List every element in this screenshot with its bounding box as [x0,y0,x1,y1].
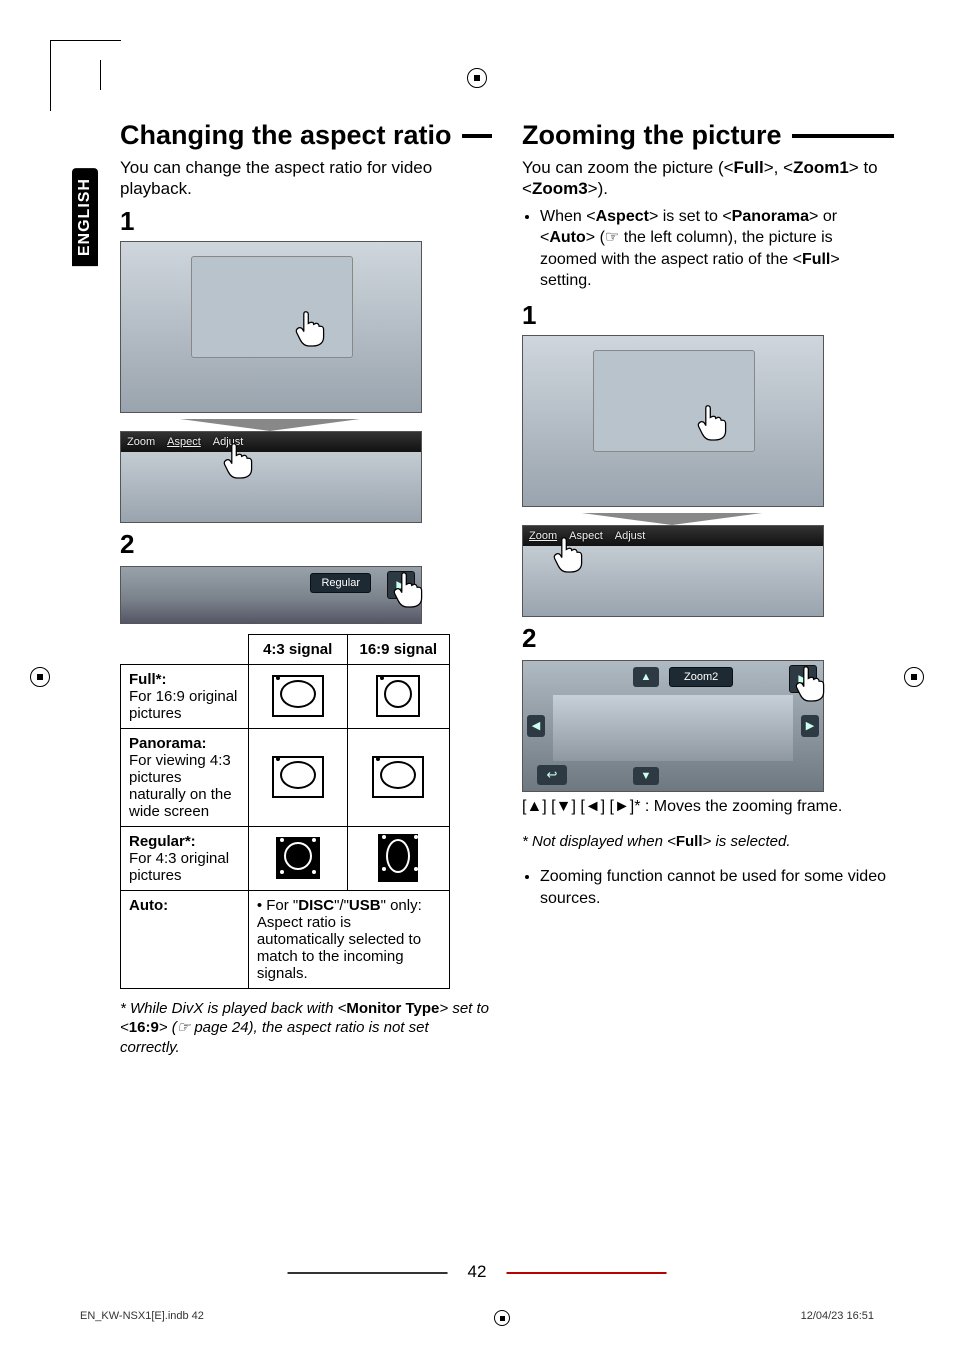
step-2: 2 [120,529,492,560]
hand-icon [293,308,329,348]
registration-mark-top [467,68,487,88]
language-tab: ENGLISH [72,168,98,266]
row-panorama: Panorama:For viewing 4:3 pictures natura… [121,728,249,826]
step-2r: 2 [522,623,894,654]
nav-left[interactable]: ◀ [527,715,545,737]
footnote-zoom: * Not displayed when <Full> is selected. [522,832,894,852]
screenshot-aspect-select: Regular ▶ [120,566,422,624]
back-button[interactable]: ↩ [537,765,567,785]
menu-adjust[interactable]: Adjust [615,530,646,542]
hand-icon [551,534,587,574]
row-auto: Auto: [121,890,249,988]
nav-up[interactable]: ▲ [633,667,659,687]
rule [462,134,492,138]
pict-full-43 [248,664,347,728]
zoom-value: Zoom2 [669,667,733,687]
screenshot-zoom-menu: Zoom Aspect Adjust [522,525,824,617]
menu-zoom[interactable]: Zoom [127,436,155,448]
row-regular: Regular*:For 4:3 original pictures [121,826,249,890]
registration-mark-left [30,667,50,687]
crop-mark [100,60,121,90]
aspect-value: Regular [310,573,371,593]
hand-icon [793,663,829,703]
hand-icon [695,402,731,442]
bullet-limitation: Zooming function cannot be used for some… [522,866,894,909]
nav-right[interactable]: ▶ [801,715,819,737]
pict-reg-43 [248,826,347,890]
bullet-auto-note: When <Aspect> is set to <Panorama> or <A… [522,206,894,292]
heading-aspect-text: Changing the aspect ratio [120,120,452,151]
col-169: 16:9 signal [347,634,449,664]
rule [792,134,895,138]
aspect-table: 4:3 signal 16:9 signal Full*:For 16:9 or… [120,634,450,989]
footer-right: 12/04/23 16:51 [801,1310,874,1326]
col-43: 4:3 signal [248,634,347,664]
heading-zoom: Zooming the picture [522,120,894,151]
pict-reg-169 [347,826,449,890]
registration-mark-bottom [494,1310,510,1326]
footer-left: EN_KW-NSX1[E].indb 42 [80,1310,204,1326]
heading-aspect: Changing the aspect ratio [120,120,492,151]
heading-zoom-text: Zooming the picture [522,120,782,151]
pict-pano-169 [347,728,449,826]
zoom-caption: [▲] [▼] [◄] [►]* : Moves the zooming fra… [522,798,894,816]
lead-aspect: You can change the aspect ratio for vide… [120,157,492,200]
lead-zoom: You can zoom the picture (<Full>, <Zoom1… [522,157,894,200]
pict-full-169 [347,664,449,728]
step-1: 1 [120,206,492,237]
screenshot-zoom-touch [522,335,824,507]
screenshot-zoom-control: ▲ Zoom2 ▶ ◀ ▶ ▼ ↩ [522,660,824,792]
footer: EN_KW-NSX1[E].indb 42 12/04/23 16:51 [80,1310,874,1326]
hand-icon [391,569,427,609]
registration-mark-right [904,667,924,687]
row-auto-desc: • For "DISC"/"USB" only: Aspect ratio is… [248,890,449,988]
screenshot-aspect-touch [120,241,422,413]
page-number: 42 [468,1262,487,1282]
flow-arrow [522,513,822,525]
pict-pano-43 [248,728,347,826]
row-full: Full*:For 16:9 original pictures [121,664,249,728]
screenshot-aspect-menu: Zoom Aspect Adjust [120,431,422,523]
zoom-scene [553,695,793,761]
hand-icon [221,440,257,480]
menu-aspect[interactable]: Aspect [167,436,201,448]
flow-arrow [120,419,420,431]
step-1r: 1 [522,300,894,331]
footnote-aspect: * While DivX is played back with <Monito… [120,999,492,1058]
nav-down[interactable]: ▼ [633,767,659,785]
